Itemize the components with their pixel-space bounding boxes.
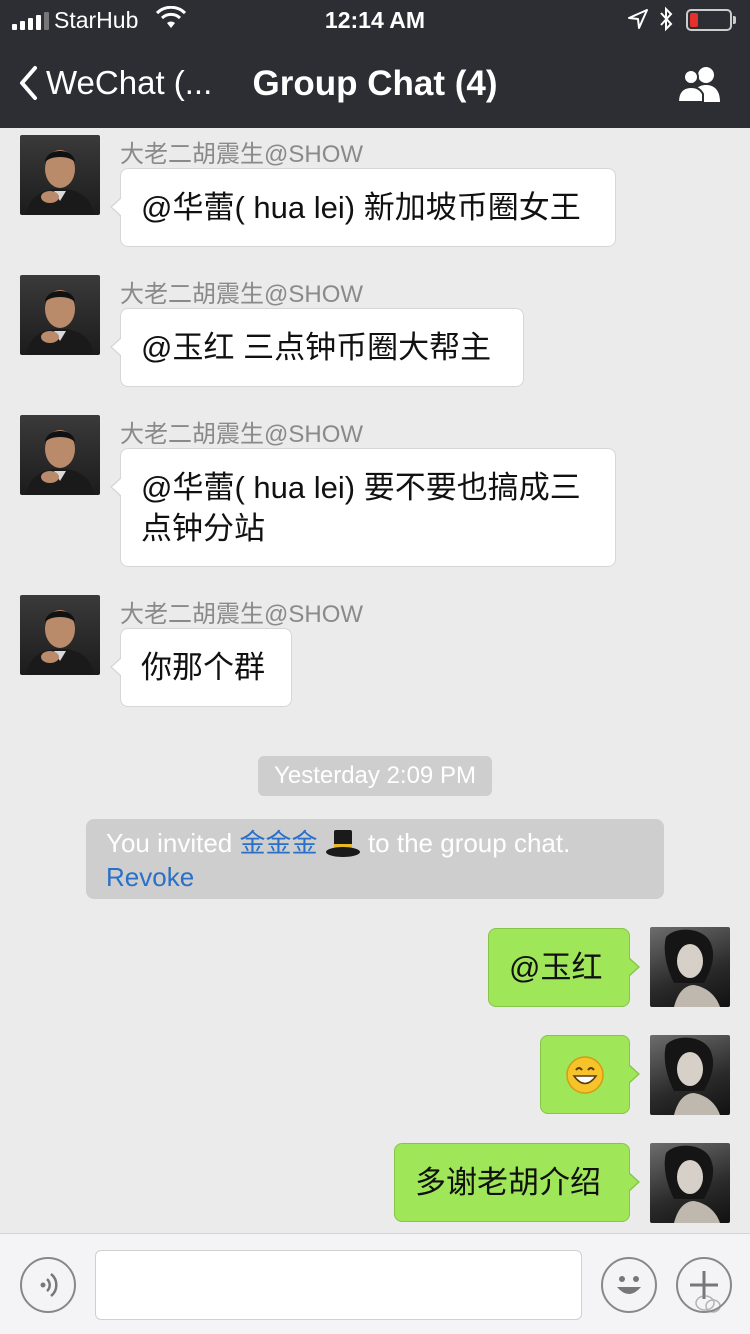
navigation-bar: WeChat (... Group Chat (4)	[0, 40, 750, 128]
message-text-line: 点钟分站	[141, 511, 265, 546]
message-bubble[interactable]: @华蕾( hua lei) 新加坡币圈女王	[110, 168, 616, 247]
message-text: @玉红 三点钟币圈大帮主	[141, 330, 492, 365]
system-message: You invited 金金金 to the group chat. Revok…	[86, 819, 664, 899]
message-input[interactable]	[95, 1250, 582, 1320]
person-avatar-icon	[664, 1145, 720, 1223]
grinning-face-icon	[566, 1056, 604, 1094]
person-avatar-icon	[664, 929, 720, 1007]
person-avatar-icon	[26, 290, 94, 355]
sender-avatar[interactable]	[20, 135, 100, 215]
person-avatar-icon	[26, 610, 94, 675]
timestamp: Yesterday 2:09 PM	[258, 756, 492, 796]
message-text-line: @华蕾( hua lei) 要不要也搞成三	[141, 470, 581, 505]
person-avatar-icon	[664, 1037, 720, 1115]
bluetooth-icon	[660, 6, 673, 32]
top-bar: StarHub 12:14 AM WeChat (... Group Chat …	[0, 0, 750, 128]
message-text: 你那个群	[141, 650, 265, 685]
sender-name: 大老二胡震生@SHOW	[120, 421, 364, 448]
invitee-link[interactable]: 金金金	[239, 828, 317, 858]
watermark-icon	[695, 1295, 721, 1313]
emoji-button[interactable]	[601, 1257, 657, 1313]
message-text: 多谢老胡介绍	[415, 1165, 601, 1200]
person-avatar-icon	[26, 150, 94, 215]
sender-name: 大老二胡震生@SHOW	[120, 281, 364, 308]
own-avatar[interactable]	[650, 1035, 730, 1115]
voice-icon	[40, 1273, 58, 1297]
smiley-icon	[617, 1276, 641, 1294]
own-avatar[interactable]	[650, 1143, 730, 1223]
group-members-icon[interactable]	[676, 64, 724, 104]
revoke-link[interactable]: Revoke	[106, 862, 194, 892]
message-bubble[interactable]: 你那个群	[110, 628, 292, 707]
sender-name: 大老二胡震生@SHOW	[120, 141, 364, 168]
message-bubble[interactable]: @玉红 三点钟币圈大帮主	[110, 308, 524, 387]
message-text: @玉红	[509, 950, 603, 985]
person-avatar-icon	[26, 430, 94, 495]
sender-avatar[interactable]	[20, 415, 100, 495]
system-message-suffix: to the group chat.	[360, 828, 571, 858]
page-title: Group Chat (4)	[252, 64, 498, 103]
own-message-bubble[interactable]	[540, 1035, 640, 1114]
message-bubble[interactable]: @华蕾( hua lei) 要不要也搞成三 点钟分站	[110, 448, 616, 567]
sender-name: 大老二胡震生@SHOW	[120, 601, 364, 628]
own-message-bubble[interactable]: 多谢老胡介绍	[394, 1143, 640, 1222]
voice-input-button[interactable]	[20, 1257, 76, 1313]
battery-icon	[686, 9, 736, 31]
top-hat-icon	[325, 830, 360, 857]
system-message-prefix: You invited	[106, 828, 240, 858]
input-bar	[0, 1233, 750, 1334]
own-avatar[interactable]	[650, 927, 730, 1007]
message-text: @华蕾( hua lei) 新加坡币圈女王	[141, 190, 581, 225]
location-arrow-icon	[628, 9, 648, 29]
sender-avatar[interactable]	[20, 595, 100, 675]
sender-avatar[interactable]	[20, 275, 100, 355]
status-bar: StarHub 12:14 AM	[0, 0, 750, 40]
own-message-bubble[interactable]: @玉红	[488, 928, 640, 1007]
chat-area[interactable]: 大老二胡震生@SHOW @华蕾( hua lei) 新加坡币圈女王 大老二胡震生…	[0, 128, 750, 1233]
